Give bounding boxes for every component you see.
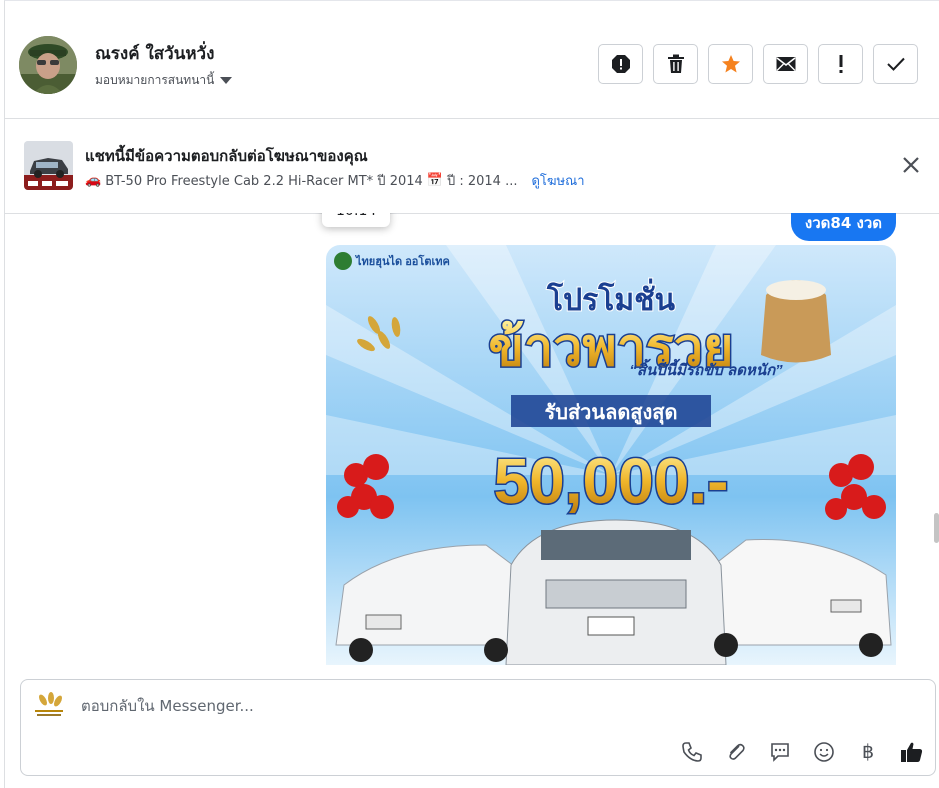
payment-button[interactable]: ฿ — [855, 739, 881, 765]
assign-label: มอบหมายการสนทนานี้ — [95, 73, 215, 87]
reply-input[interactable] — [79, 696, 883, 716]
promo-headline: โปรโมชั่น — [546, 278, 676, 317]
delete-button[interactable] — [653, 44, 698, 84]
contact-name: ณรงค์ ใสวันหวั่ง — [95, 44, 215, 64]
check-icon — [886, 57, 905, 71]
promo-image-message[interactable]: ไทยฮุนได ออโตเทค โปรโมชั่น ข้าวพารวย “สิ… — [326, 245, 896, 665]
assign-dropdown[interactable]: มอบหมายการสนทนานี้ — [95, 71, 233, 90]
inbox-pane: ณรงค์ ใสวันหวั่ง มอบหมายการสนทนานี้ แชทน… — [4, 0, 939, 788]
ad-car-model: BT-50 Pro Freestyle Cab 2.2 Hi-Racer MT*… — [105, 174, 423, 189]
spam-icon — [611, 55, 630, 73]
calendar-icon: 📅 — [426, 173, 443, 188]
mail-icon — [776, 57, 795, 71]
attach-button[interactable] — [723, 739, 749, 765]
ad-year: ปี : 2014 ... — [446, 174, 518, 189]
message-thread: งวด84 งวด ไทยฮุนได ออโตเทค โปรโมชั่น ข้า… — [5, 213, 939, 665]
scrollbar-thumb[interactable] — [934, 513, 939, 543]
reply-composer: ฿ — [20, 679, 936, 776]
conversation-header: ณรงค์ ใสวันหวั่ง มอบหมายการสนทนานี้ — [5, 13, 939, 119]
timestamp-tooltip: 10:14 — [322, 213, 391, 227]
composer-toolbar: ฿ — [679, 739, 925, 765]
like-icon — [901, 742, 923, 762]
saved-replies-button[interactable] — [767, 739, 793, 765]
exclaim-icon — [839, 55, 842, 73]
call-button[interactable] — [679, 739, 705, 765]
ad-reply-banner: แชทนี้มีข้อความตอบกลับต่อโฆษณาของคุณ 🚗 B… — [5, 118, 939, 214]
trash-icon — [667, 54, 684, 73]
star-icon — [721, 55, 740, 73]
promo-brand-text: ไทยฮุนได ออโตเทค — [354, 254, 450, 269]
emoji-button[interactable] — [811, 739, 837, 765]
chat-icon — [771, 743, 789, 762]
baht-icon: ฿ — [861, 741, 875, 763]
like-button[interactable] — [899, 739, 925, 765]
close-icon[interactable] — [900, 154, 922, 176]
avatar[interactable] — [19, 36, 77, 94]
promo-banner: รับส่วนลดสูงสุด — [545, 402, 678, 426]
promo-amount: 50,000.- — [494, 445, 729, 517]
caret-down-icon — [220, 77, 233, 84]
outgoing-message[interactable]: งวด84 งวด — [790, 213, 896, 241]
ad-reply-subtitle: 🚗 BT-50 Pro Freestyle Cab 2.2 Hi-Racer M… — [85, 170, 585, 191]
mark-done-button[interactable] — [873, 44, 918, 84]
ad-thumbnail[interactable] — [24, 141, 73, 190]
scrollbar[interactable] — [931, 213, 939, 665]
ad-reply-title: แชทนี้มีข้อความตอบกลับต่อโฆษณาของคุณ — [85, 147, 368, 165]
promo-slogan: “สิ้นปีนี้มีรถขับ ลดหนัก” — [629, 358, 783, 379]
phone-icon — [682, 742, 702, 762]
emoji-icon — [814, 742, 834, 762]
action-toolbar — [598, 44, 918, 84]
star-button[interactable] — [708, 44, 753, 84]
follow-up-button[interactable] — [818, 44, 863, 84]
page-logo-icon — [35, 692, 63, 716]
mark-unread-button[interactable] — [763, 44, 808, 84]
car-icon: 🚗 — [85, 173, 102, 188]
view-ad-link[interactable]: ดูโฆษณา — [531, 170, 584, 191]
mark-spam-button[interactable] — [598, 44, 643, 84]
paperclip-icon — [729, 743, 745, 760]
